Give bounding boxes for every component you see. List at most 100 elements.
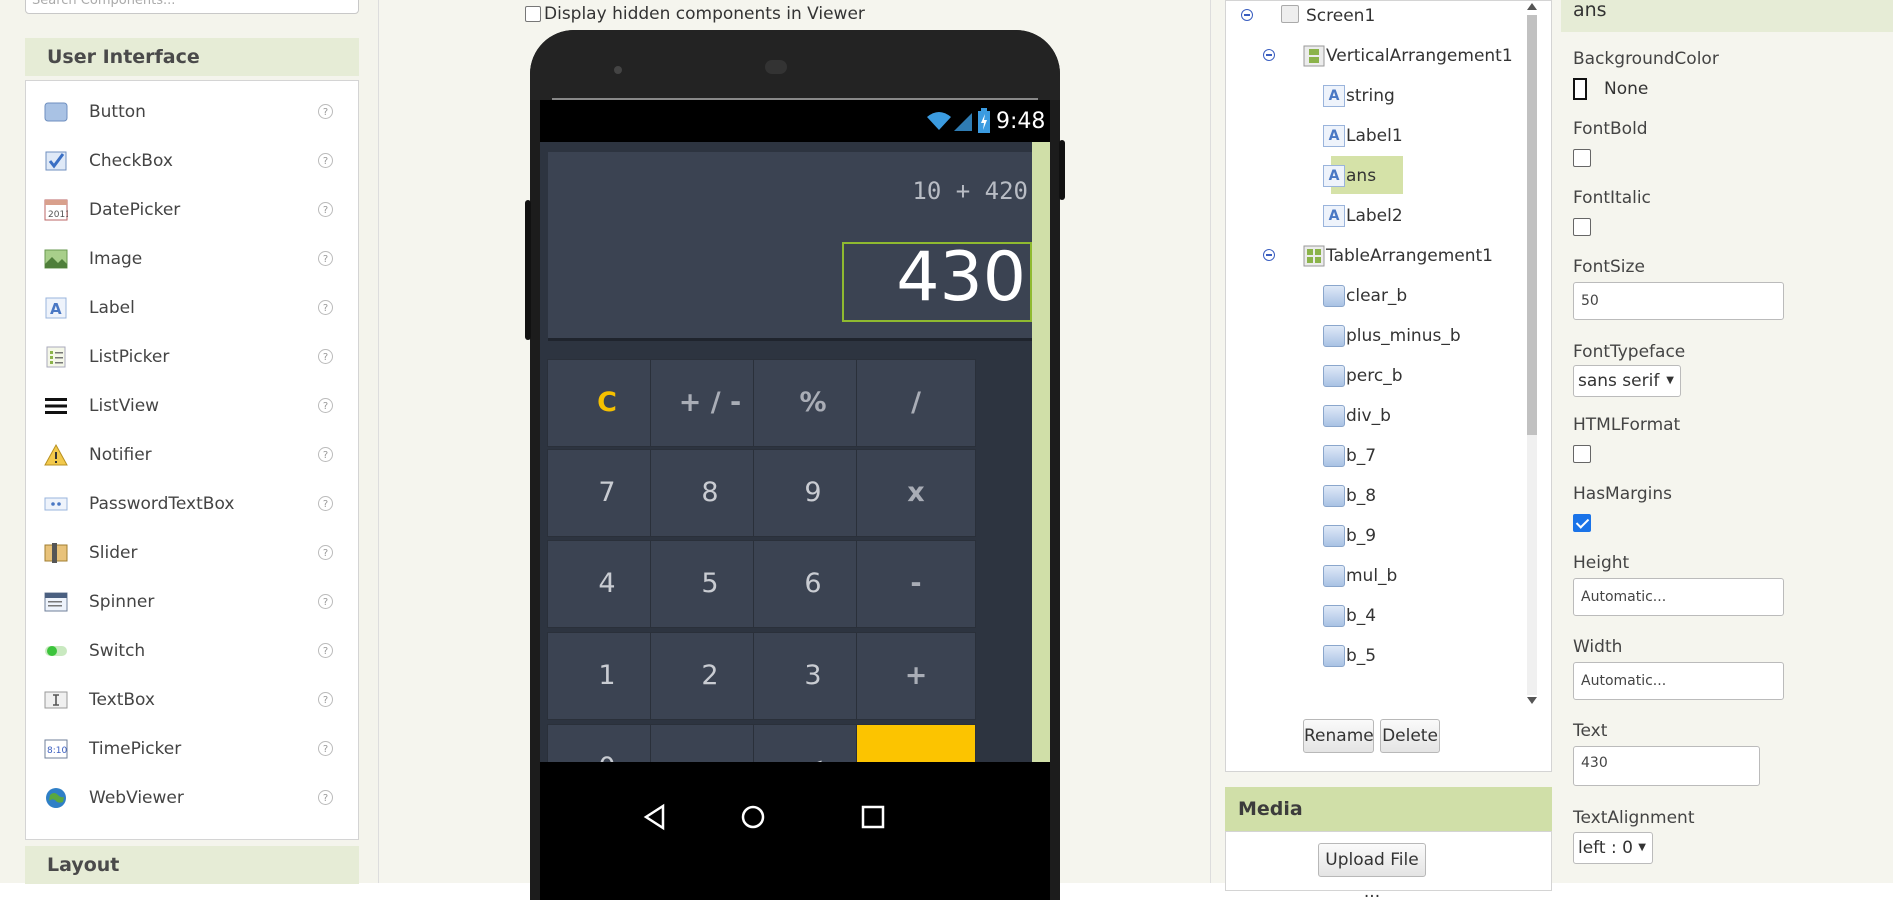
background-color-swatch[interactable] [1573, 78, 1587, 100]
palette-item-button[interactable]: Button ? [26, 92, 358, 132]
key-0[interactable]: 0 [547, 724, 667, 762]
key-plus-minus[interactable]: + / - [650, 359, 770, 447]
palette-item-image[interactable]: Image ? [26, 239, 358, 279]
help-icon[interactable]: ? [318, 643, 333, 658]
font-italic-checkbox[interactable] [1573, 218, 1591, 236]
home-icon[interactable] [738, 802, 768, 832]
has-margins-checkbox[interactable] [1573, 514, 1591, 532]
label-icon: A [1323, 205, 1345, 227]
text-alignment-select[interactable]: left : 0 ▼ [1573, 832, 1653, 864]
key-8[interactable]: 8 [650, 449, 770, 537]
help-icon[interactable]: ? [318, 349, 333, 364]
help-icon[interactable]: ? [318, 692, 333, 707]
key-equals[interactable]: = [856, 724, 976, 762]
key-decimal[interactable] [650, 724, 770, 762]
answer-value: 430 [896, 238, 1026, 317]
palette-item-label[interactable]: A Label ? [26, 288, 358, 328]
palette-item-passwordtextbox[interactable]: PasswordTextBox ? [26, 484, 358, 524]
label-icon: A [1323, 85, 1345, 107]
font-bold-checkbox[interactable] [1573, 149, 1591, 167]
delete-button[interactable]: Delete [1380, 719, 1440, 753]
key-3[interactable]: 3 [753, 632, 873, 720]
collapse-icon[interactable] [1263, 249, 1275, 261]
image-icon [44, 249, 68, 269]
scroll-up-icon[interactable] [1527, 3, 1537, 10]
switch-icon [45, 646, 67, 656]
tree-scrollbar[interactable] [1522, 1, 1542, 709]
collapse-icon[interactable] [1241, 9, 1253, 21]
user-interface-list: Button ? CheckBox ? 2011 DatePicker ? Im… [25, 80, 359, 840]
palette-item-label: Slider [89, 543, 138, 563]
scroll-down-icon[interactable] [1527, 697, 1537, 704]
recents-icon[interactable] [858, 802, 888, 832]
help-icon[interactable]: ? [318, 790, 333, 805]
upload-file-button[interactable]: Upload File ... [1318, 843, 1426, 902]
collapse-icon[interactable] [1263, 49, 1275, 61]
key-9[interactable]: 9 [753, 449, 873, 537]
tree-node-screen1[interactable]: Screen1 [1226, 0, 1516, 33]
expression-label[interactable]: 10 + 420 [912, 177, 1028, 205]
display-hidden-checkbox[interactable] [525, 6, 541, 22]
key-6[interactable]: 6 [753, 540, 873, 628]
help-icon[interactable]: ? [318, 594, 333, 609]
font-size-label: FontSize [1573, 257, 1645, 277]
key-backspace[interactable]: < [753, 724, 873, 762]
help-icon[interactable]: ? [318, 741, 333, 756]
help-icon[interactable]: ? [318, 104, 333, 119]
width-input[interactable]: Automatic... [1573, 662, 1784, 700]
html-format-checkbox[interactable] [1573, 445, 1591, 463]
key-4[interactable]: 4 [547, 540, 667, 628]
signal-icon [954, 113, 972, 131]
svg-text:2011: 2011 [48, 210, 68, 220]
key-percent[interactable]: % [753, 359, 873, 447]
key-plus[interactable]: + [856, 632, 976, 720]
key-clear[interactable]: C [547, 359, 667, 447]
key-1[interactable]: 1 [547, 632, 667, 720]
palette-item-checkbox[interactable]: CheckBox ? [26, 141, 358, 181]
key-minus[interactable]: - [856, 540, 976, 628]
palette-item-switch[interactable]: Switch ? [26, 631, 358, 671]
key-7[interactable]: 7 [547, 449, 667, 537]
palette-item-spinner[interactable]: Spinner ? [26, 582, 358, 622]
key-2[interactable]: 2 [650, 632, 770, 720]
button-icon [1323, 565, 1345, 587]
calculator-display[interactable]: 10 + 420 430 [548, 152, 1032, 341]
help-icon[interactable]: ? [318, 153, 333, 168]
help-icon[interactable]: ? [318, 447, 333, 462]
palette-item-webviewer[interactable]: WebViewer ? [26, 778, 358, 818]
background-color-value[interactable]: None [1604, 78, 1648, 100]
palette-item-timepicker[interactable]: 8:10 TimePicker ? [26, 729, 358, 769]
tree-node-verticalarrangement1[interactable]: VerticalArrangement1 [1226, 39, 1516, 73]
help-icon[interactable]: ? [318, 545, 333, 560]
search-components-input[interactable]: Search Components... [25, 0, 359, 14]
help-icon[interactable]: ? [318, 398, 333, 413]
battery-icon [978, 108, 990, 133]
key-5[interactable]: 5 [650, 540, 770, 628]
font-typeface-label: FontTypeface [1573, 342, 1686, 362]
help-icon[interactable]: ? [318, 251, 333, 266]
category-layout[interactable]: Layout [25, 846, 359, 884]
tree-node-tablearrangement1[interactable]: TableArrangement1 [1226, 239, 1516, 273]
font-typeface-select[interactable]: sans serif ▼ [1573, 365, 1681, 397]
palette-item-slider[interactable]: Slider ? [26, 533, 358, 573]
back-icon[interactable] [640, 802, 670, 832]
help-icon[interactable]: ? [318, 496, 333, 511]
key-multiply[interactable]: x [856, 449, 976, 537]
screen-icon [1281, 5, 1299, 23]
palette-item-listpicker[interactable]: ListPicker ? [26, 337, 358, 377]
rename-button[interactable]: Rename [1303, 719, 1374, 753]
help-icon[interactable]: ? [318, 300, 333, 315]
palette-item-textbox[interactable]: TextBox ? [26, 680, 358, 720]
palette-item-notifier[interactable]: Notifier ? [26, 435, 358, 475]
palette-item-datepicker[interactable]: 2011 DatePicker ? [26, 190, 358, 230]
viewer-panel: Display hidden components in Viewer 9:48… [378, 0, 1211, 900]
help-icon[interactable]: ? [318, 202, 333, 217]
font-size-input[interactable]: 50 [1573, 282, 1784, 320]
key-divide[interactable]: / [856, 359, 976, 447]
scroll-thumb[interactable] [1527, 15, 1537, 435]
category-user-interface[interactable]: User Interface [25, 38, 359, 76]
answer-label-selected[interactable]: 430 [842, 238, 1032, 322]
text-textarea[interactable]: 430 [1573, 746, 1760, 786]
height-input[interactable]: Automatic... [1573, 578, 1784, 616]
palette-item-listview[interactable]: ListView ? [26, 386, 358, 426]
